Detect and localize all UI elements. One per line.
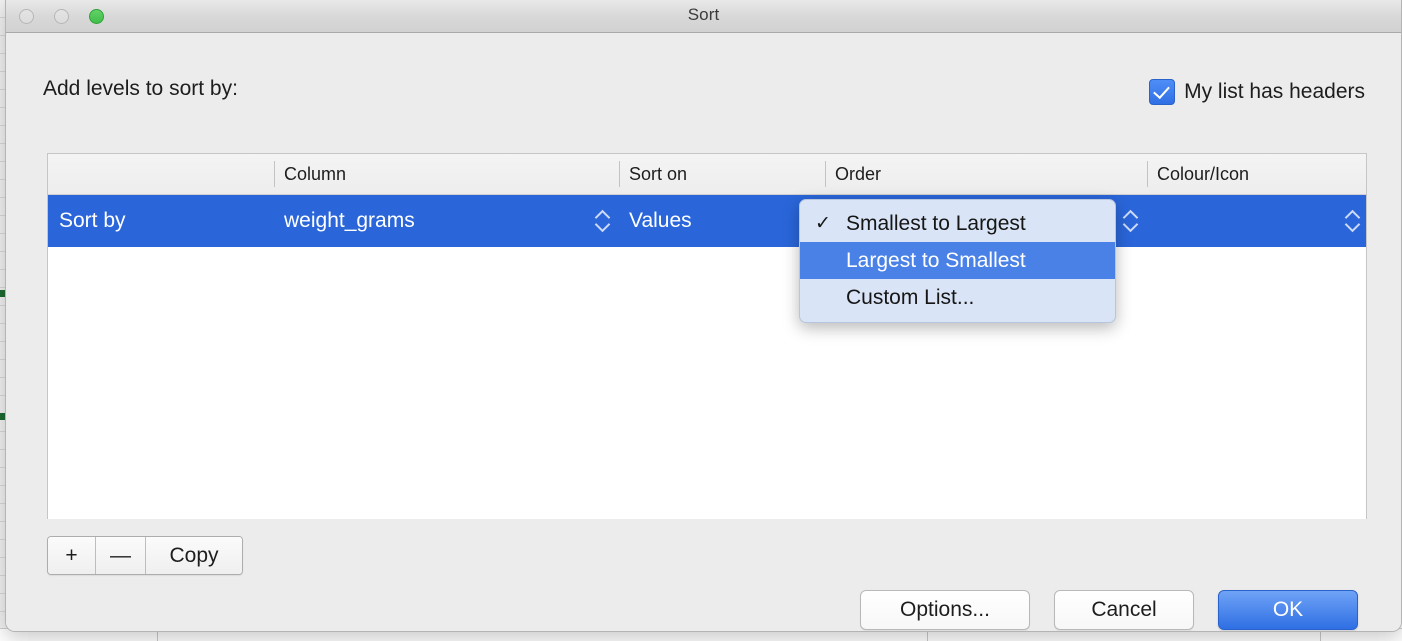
- column-header-colour-icon: Colour/Icon: [1157, 164, 1250, 184]
- my-list-has-headers-checkbox-group[interactable]: My list has headers: [1149, 79, 1365, 105]
- table-row[interactable]: Sort by weight_grams Values ✓ Smallest t…: [48, 195, 1366, 323]
- chevron-up-down-icon[interactable]: [595, 209, 611, 233]
- ok-button[interactable]: OK: [1218, 590, 1358, 630]
- sort-levels-table-header: Column Sort on Order Colour/Icon: [48, 154, 1366, 195]
- column-header-order: Order: [835, 164, 882, 184]
- level-actions-group: + — Copy: [47, 536, 243, 575]
- sort-on-value[interactable]: Values: [629, 209, 692, 233]
- menu-item-smallest-to-largest[interactable]: ✓ Smallest to Largest: [800, 205, 1115, 242]
- column-header-column: Column: [284, 164, 347, 184]
- copy-level-button[interactable]: Copy: [146, 537, 242, 574]
- cancel-button[interactable]: Cancel: [1054, 590, 1194, 630]
- window-titlebar: Sort: [6, 0, 1401, 33]
- remove-level-button[interactable]: —: [96, 537, 146, 574]
- my-list-has-headers-label: My list has headers: [1184, 80, 1365, 103]
- order-dropdown-menu[interactable]: ✓ Smallest to Largest Largest to Smalles…: [799, 199, 1116, 323]
- checkmark-icon: ✓: [815, 213, 831, 234]
- column-divider: [1147, 161, 1148, 187]
- column-divider: [619, 161, 620, 187]
- options-button[interactable]: Options...: [860, 590, 1030, 630]
- menu-item-largest-to-smallest[interactable]: Largest to Smallest: [800, 242, 1115, 279]
- column-divider: [825, 161, 826, 187]
- add-levels-label: Add levels to sort by:: [43, 77, 238, 100]
- sort-levels-table: Column Sort on Order Colour/Icon Sort by…: [47, 153, 1367, 519]
- column-divider: [274, 161, 275, 187]
- dialog-heading-row: Add levels to sort by: My list has heade…: [43, 77, 1365, 111]
- dialog-body: Add levels to sort by: My list has heade…: [6, 33, 1401, 631]
- menu-item-custom-list[interactable]: Custom List...: [800, 279, 1115, 316]
- chevron-up-down-icon[interactable]: [1345, 209, 1361, 233]
- column-header-sort-on: Sort on: [629, 164, 688, 184]
- my-list-has-headers-checkbox[interactable]: [1149, 79, 1176, 105]
- sort-level-label: Sort by: [59, 209, 126, 232]
- sort-levels-table-body: Sort by weight_grams Values ✓ Smallest t…: [48, 195, 1366, 519]
- menu-item-label: Smallest to Largest: [846, 212, 1026, 235]
- menu-item-label: Largest to Smallest: [846, 249, 1026, 272]
- column-value[interactable]: weight_grams: [284, 209, 415, 233]
- window-title: Sort: [687, 5, 720, 24]
- sort-dialog-window: Sort Add levels to sort by: My list has …: [5, 0, 1402, 632]
- add-level-button[interactable]: +: [48, 537, 96, 574]
- menu-item-label: Custom List...: [846, 286, 975, 309]
- chevron-up-down-icon[interactable]: [1123, 209, 1139, 233]
